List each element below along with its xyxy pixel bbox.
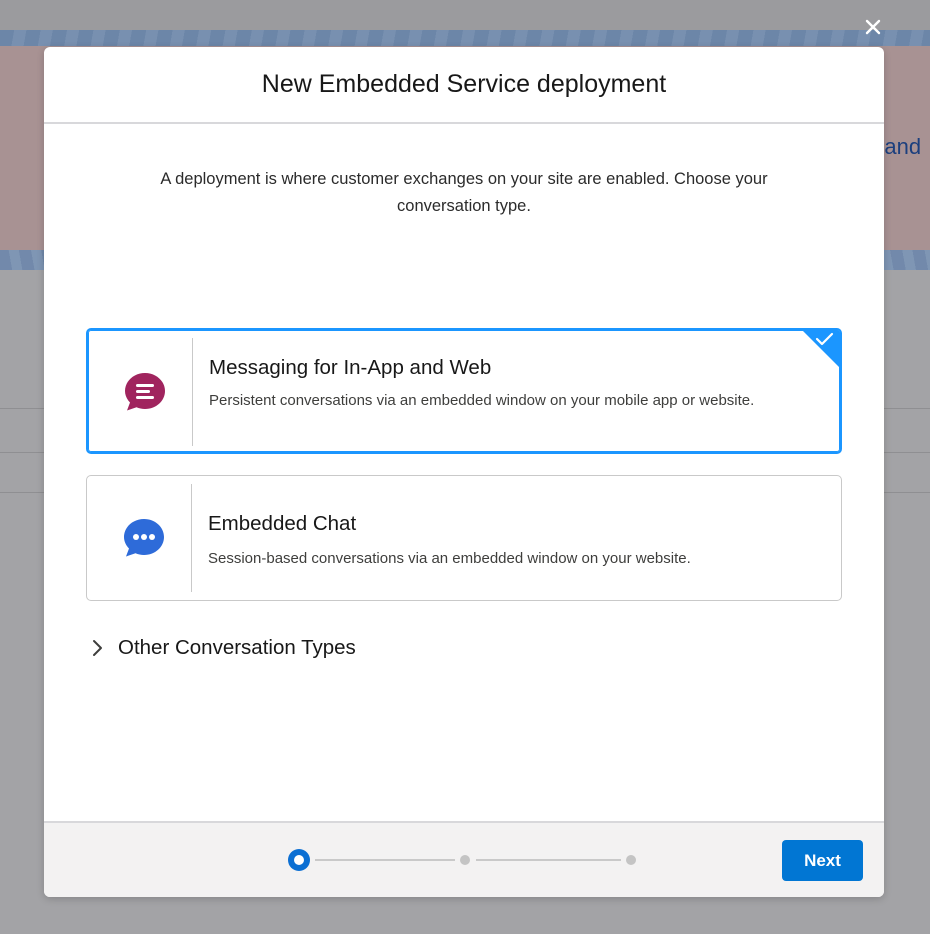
modal-footer: Next	[44, 821, 884, 897]
messaging-icon	[125, 373, 165, 411]
close-modal-button[interactable]	[860, 14, 886, 40]
selected-check-icon	[802, 330, 840, 368]
progress-indicator	[288, 849, 638, 873]
option-title: Messaging for In-App and Web	[209, 356, 492, 379]
modal-title: New Embedded Service deployment	[261, 70, 667, 98]
next-button[interactable]: Next	[782, 840, 863, 881]
progress-track	[315, 859, 455, 861]
modal-header: New Embedded Service deployment	[44, 47, 884, 124]
chevron-right-icon	[93, 640, 102, 656]
deployment-modal: New Embedded Service deployment A deploy…	[44, 47, 884, 897]
option-title: Embedded Chat	[208, 512, 357, 535]
chat-icon	[124, 519, 164, 557]
option-messaging-card[interactable]: Messaging for In-App and Web Persistent …	[86, 328, 842, 454]
card-divider	[192, 338, 193, 446]
modal-body: A deployment is where customer exchanges…	[44, 124, 884, 821]
background-banner-stripe	[0, 30, 930, 46]
option-embedded-chat-card[interactable]: Embedded Chat Session-based conversation…	[86, 475, 842, 601]
progress-step-2[interactable]	[460, 855, 470, 865]
progress-step-1[interactable]	[288, 849, 310, 871]
progress-step-3[interactable]	[626, 855, 636, 865]
other-conversation-types-label: Other Conversation Types	[118, 636, 356, 659]
close-icon	[865, 19, 881, 35]
option-description: Persistent conversations via an embedded…	[209, 392, 755, 409]
card-divider	[191, 484, 192, 592]
other-conversation-types-toggle[interactable]: Other Conversation Types	[86, 632, 356, 664]
progress-track	[476, 859, 621, 861]
background-top-bar	[0, 0, 930, 30]
intro-text: A deployment is where customer exchanges…	[160, 170, 768, 215]
option-description: Session-based conversations via an embed…	[208, 550, 691, 567]
